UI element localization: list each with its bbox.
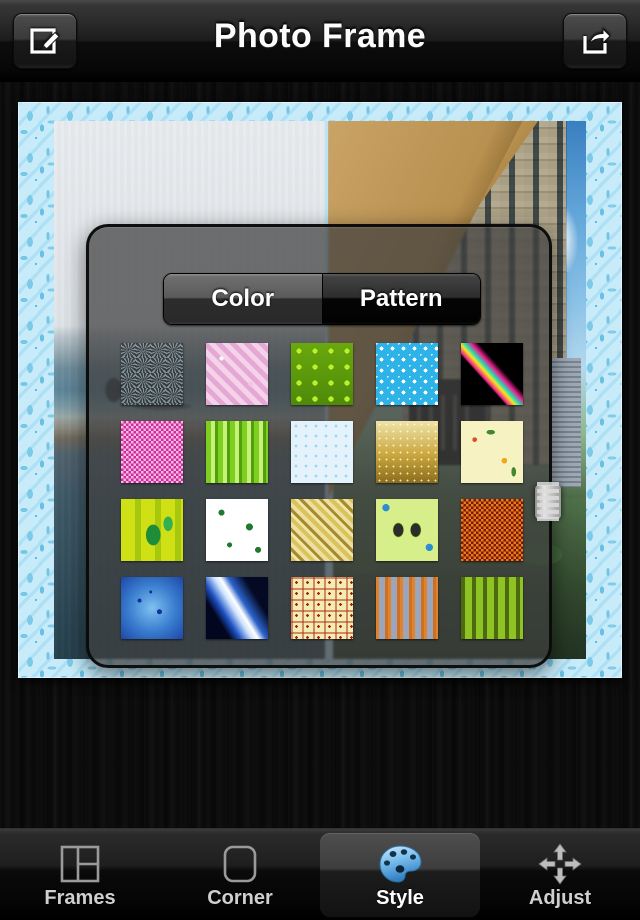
pattern-swatch-4[interactable] [376, 343, 438, 405]
resize-knob[interactable] [535, 482, 561, 522]
bottom-tab-bar: Frames Corner Style Adjust [0, 828, 640, 920]
pattern-swatch-13[interactable] [291, 499, 353, 561]
segment-color-label: Color [211, 285, 275, 312]
tab-frames-label: Frames [44, 887, 116, 909]
pattern-swatch-18[interactable] [291, 577, 353, 639]
tab-adjust[interactable]: Adjust [480, 829, 640, 920]
share-icon [578, 24, 612, 58]
color-pattern-segmented-control[interactable]: Color Pattern [163, 273, 481, 325]
pattern-swatch-19[interactable] [376, 577, 438, 639]
tab-corner-label: Corner [207, 887, 273, 909]
tab-frames[interactable]: Frames [0, 829, 160, 920]
pattern-swatch-14[interactable] [376, 499, 438, 561]
style-popup-panel: Color Pattern [86, 224, 561, 668]
pattern-swatch-2[interactable] [206, 343, 268, 405]
background-tower [550, 357, 581, 487]
segment-color[interactable]: Color [164, 274, 323, 324]
tab-style[interactable]: Style [320, 829, 480, 920]
photo-frame-app: Color Pattern Photo Frame Frames Corner … [0, 0, 640, 920]
segment-pattern-label: Pattern [359, 285, 443, 312]
pattern-swatch-1[interactable] [121, 343, 183, 405]
pattern-swatch-9[interactable] [376, 421, 438, 483]
pattern-swatch-10[interactable] [461, 421, 523, 483]
move-arrows-icon [536, 839, 584, 889]
grid-layout-icon [57, 839, 103, 889]
page-title: Photo Frame [213, 17, 427, 55]
palette-icon [374, 839, 426, 889]
tab-adjust-label: Adjust [528, 887, 592, 909]
pattern-swatch-5[interactable] [461, 343, 523, 405]
pattern-swatch-3[interactable] [291, 343, 353, 405]
pattern-swatch-20[interactable] [461, 577, 523, 639]
tab-style-label: Style [376, 887, 424, 909]
pattern-swatch-16[interactable] [121, 577, 183, 639]
pattern-swatch-6[interactable] [121, 421, 183, 483]
segment-pattern[interactable]: Pattern [322, 274, 480, 324]
pattern-swatch-7[interactable] [206, 421, 268, 483]
pattern-swatch-17[interactable] [206, 577, 268, 639]
tab-corner[interactable]: Corner [160, 829, 320, 920]
pattern-grid [121, 343, 523, 653]
pattern-swatch-8[interactable] [291, 421, 353, 483]
pattern-swatch-15[interactable] [461, 499, 523, 561]
pattern-swatch-12[interactable] [206, 499, 268, 561]
share-button[interactable] [563, 13, 627, 69]
pattern-swatch-11[interactable] [121, 499, 183, 561]
navigation-bar: Photo Frame [0, 0, 640, 82]
rounded-square-icon [217, 839, 263, 889]
